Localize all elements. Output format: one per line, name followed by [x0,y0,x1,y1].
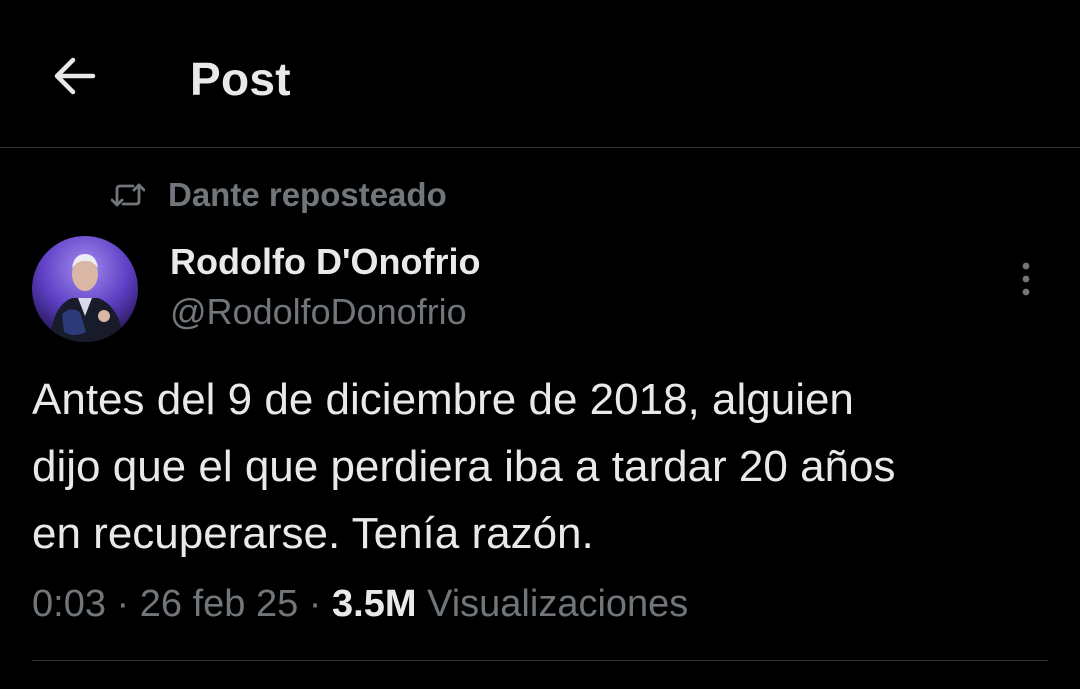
more-options-button[interactable] [1006,254,1046,304]
separator: · [308,583,322,625]
repost-label: Dante reposteado [168,176,447,213]
top-bar: Post [0,0,1080,148]
post-screen: Post Dante reposteado Rodolfo D'Onofrio … [0,0,1080,689]
author-name[interactable]: Rodolfo D'Onofrio [170,238,480,286]
post-date[interactable]: 26 feb 25 [140,583,298,625]
repost-icon [108,175,148,215]
page-title: Post [190,53,291,105]
post-time[interactable]: 0:03 [32,583,106,625]
post-text-line: dijo que el que perdiera iba a tardar 20… [32,442,896,491]
back-button[interactable] [42,44,106,108]
separator: · [116,583,130,625]
post-text-line: Antes del 9 de diciembre de 2018, alguie… [32,375,854,424]
views-count[interactable]: 3.5M [332,583,416,625]
avatar[interactable] [32,236,138,342]
more-vertical-icon [1022,262,1030,296]
repost-indicator[interactable]: Dante reposteado [108,172,447,218]
avatar-photo [32,236,138,342]
post-text-line: en recuperarse. Tenía razón. [32,509,594,558]
author-handle[interactable]: @RodolfoDonofrio [170,288,467,336]
views-label[interactable]: Visualizaciones [427,583,688,625]
post-text: Antes del 9 de diciembre de 2018, alguie… [32,366,1052,567]
post-metadata: 0:03 · 26 feb 25 · 3.5M Visualizaciones [32,578,688,630]
divider [32,660,1048,661]
arrow-left-icon [54,57,96,95]
